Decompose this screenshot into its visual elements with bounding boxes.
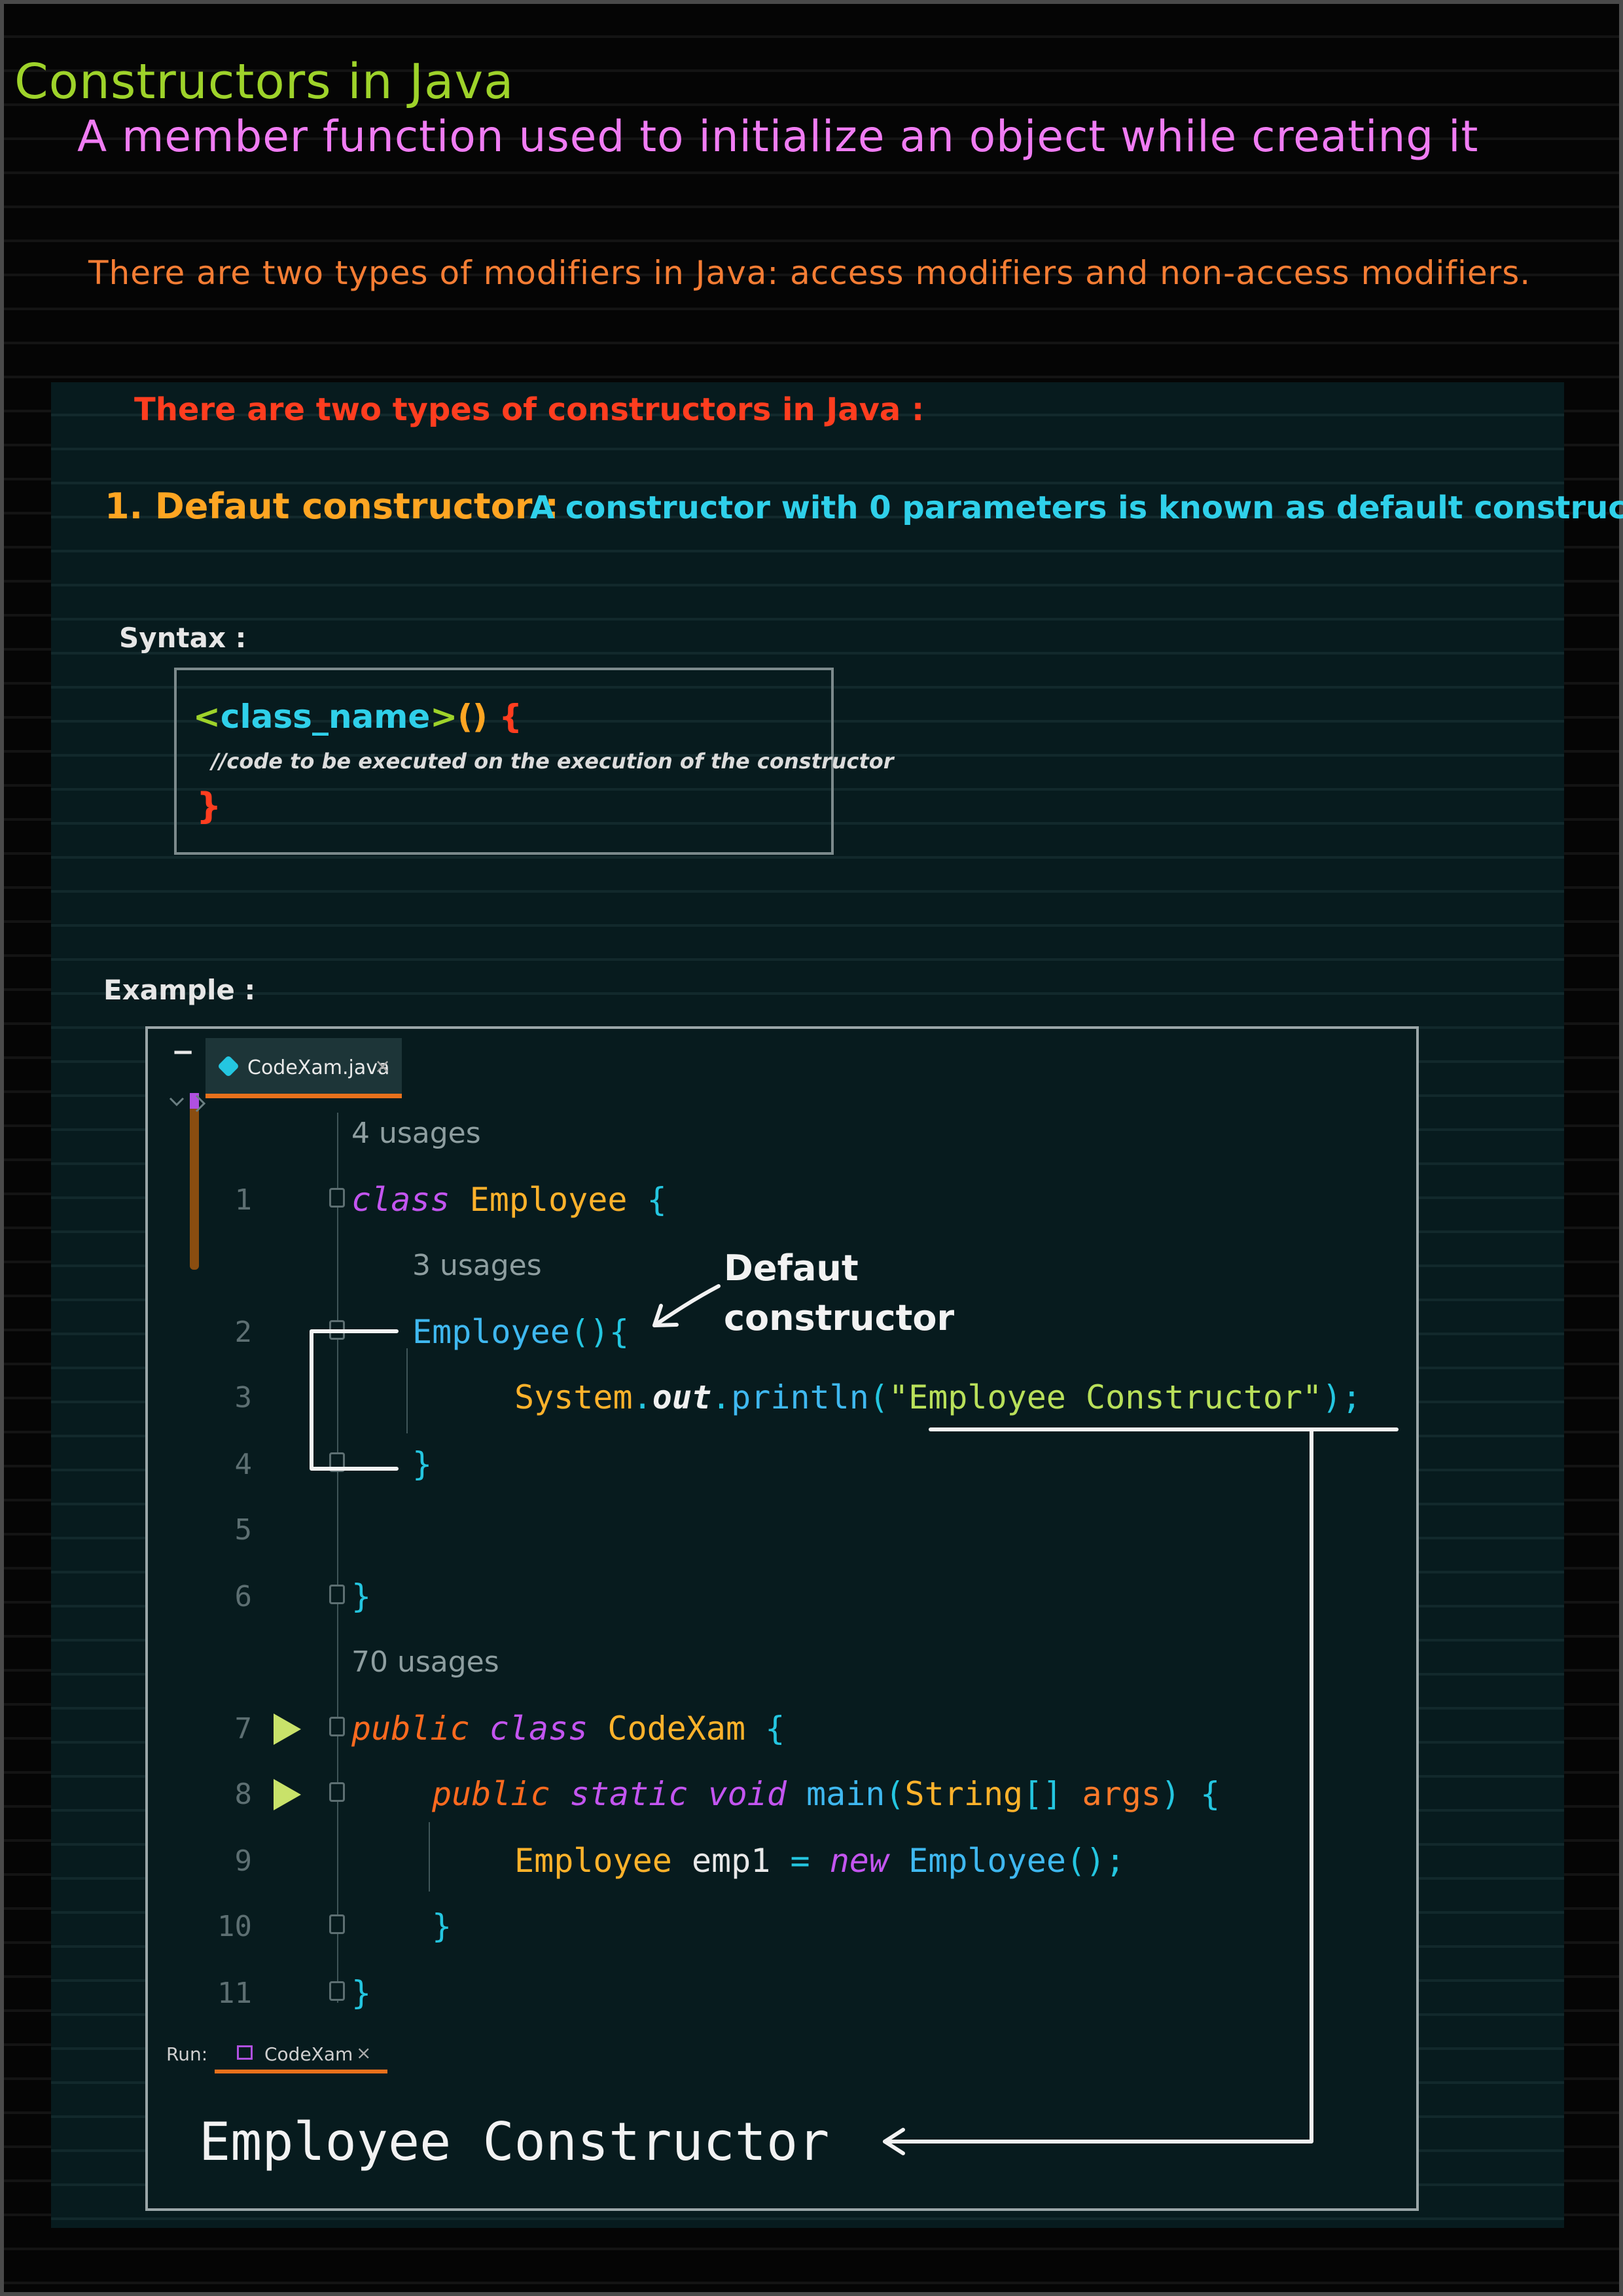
annotation-arrow bbox=[652, 1284, 721, 1327]
constructor-bracket bbox=[310, 1329, 399, 1471]
connector-arrows bbox=[169, 1094, 1399, 2155]
output-connector bbox=[883, 1429, 1313, 2144]
